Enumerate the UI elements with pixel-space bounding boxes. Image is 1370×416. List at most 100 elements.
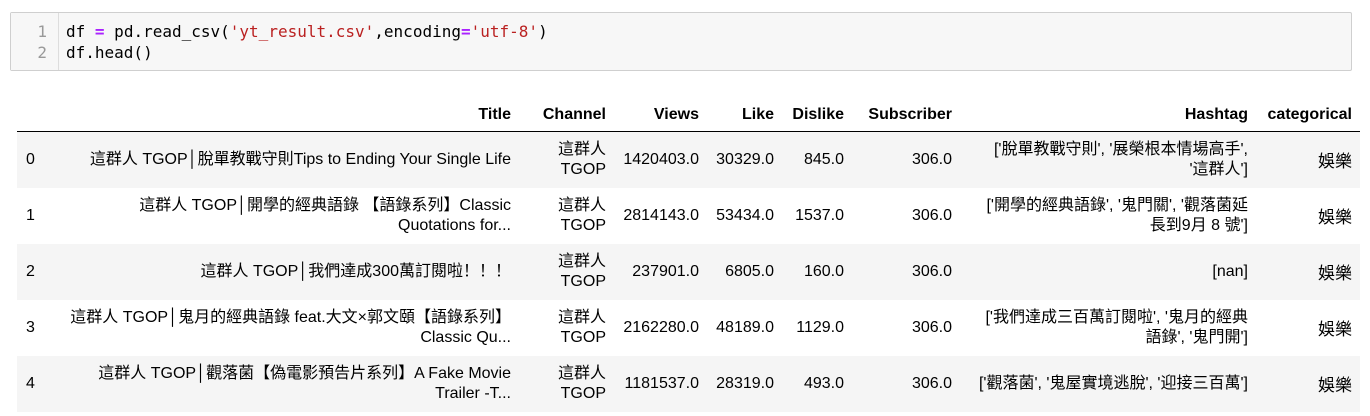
cell-channel-line: TGOP xyxy=(560,216,606,234)
cell-hashtag: ['脫單教戰守則', '展榮根本情場高手', '這群人'] xyxy=(960,132,1256,188)
table-row: 0 這群人 TGOP│脫單教戰守則Tips to Ending Your Sing… xyxy=(17,131,1360,188)
code-text[interactable]: df = pd.read_csv('yt_result.csv',encodin… xyxy=(66,21,548,43)
cell-views: 237901.0 xyxy=(632,262,699,280)
cell-title-line: Quotations for... xyxy=(398,216,511,234)
cell-title: 這群人 TGOP│觀落菌【偽電影預告片系列】A Fake Movie Traile… xyxy=(61,356,519,412)
column-header-title: Title xyxy=(61,98,519,132)
table-row: 4 這群人 TGOP│觀落菌【偽電影預告片系列】A Fake Movie Trail… xyxy=(17,355,1360,412)
cell-channel: 這群人 TGOP xyxy=(519,300,614,356)
row-index: 2 xyxy=(26,262,35,280)
cell-hashtag-line: ['脫單教戰守則', '展榮根本情場高手', xyxy=(993,140,1248,158)
cell-categorical: 娛樂 xyxy=(1318,320,1352,339)
cell-hashtag-line: ['開學的經典語錄', '鬼門關', '觀落菌延 xyxy=(986,196,1248,214)
code-line[interactable]: 1 df = pd.read_csv('yt_result.csv',encodi… xyxy=(11,21,1351,43)
cell-channel: 這群人 TGOP xyxy=(519,132,614,188)
code-token: ,encoding xyxy=(374,22,461,41)
cell-channel-line: TGOP xyxy=(560,160,606,178)
cell-channel-line: TGOP xyxy=(560,384,606,402)
cell-title: 這群人 TGOP│我們達成300萬訂閱啦！！！ xyxy=(61,244,519,300)
cell-subscriber: 306.0 xyxy=(911,262,952,280)
string-token: 'utf-8' xyxy=(470,22,539,41)
cell-channel-line: TGOP xyxy=(560,328,606,346)
cell-views: 1181537.0 xyxy=(624,374,699,392)
cell-title-line: 這群人 TGOP│脫單教戰守則Tips to Ending Your Singl… xyxy=(89,150,511,168)
code-input-cell[interactable]: 1 df = pd.read_csv('yt_result.csv',encodi… xyxy=(10,12,1352,71)
cell-views: 2814143.0 xyxy=(623,206,699,224)
table-header-row: Title Channel Views Like Dislike Subscri… xyxy=(17,98,1360,132)
cell-categorical: 娛樂 xyxy=(1318,376,1352,395)
column-header-like: Like xyxy=(707,98,782,132)
column-header-dislike: Dislike xyxy=(782,98,852,132)
row-index: 3 xyxy=(26,318,35,336)
cell-views: 2162280.0 xyxy=(623,318,699,336)
cell-like: 28319.0 xyxy=(716,374,774,392)
cell-hashtag: [nan] xyxy=(960,244,1256,300)
cell-like: 53434.0 xyxy=(716,206,774,224)
cell-like: 48189.0 xyxy=(716,318,774,336)
code-line[interactable]: 2 df.head() xyxy=(11,42,1351,64)
cell-title-line: 這群人 TGOP│開學的經典語錄 【語錄系列】Classic xyxy=(139,196,511,214)
cell-categorical: 娛樂 xyxy=(1318,264,1352,283)
dataframe-output: Title Channel Views Like Dislike Subscri… xyxy=(17,98,1360,412)
cell-subscriber: 306.0 xyxy=(911,206,952,224)
column-header-index xyxy=(17,98,61,132)
cell-hashtag-line: '這群人'] xyxy=(1189,160,1248,178)
cell-hashtag: ['開學的經典語錄', '鬼門關', '觀落菌延長到9月 8 號'] xyxy=(960,188,1256,244)
column-header-subscriber: Subscriber xyxy=(852,98,960,132)
column-header-channel: Channel xyxy=(519,98,614,132)
cell-title: 這群人 TGOP│脫單教戰守則Tips to Ending Your Singl… xyxy=(61,132,519,188)
cell-hashtag-line: ['觀落菌', '鬼屋實境逃脫', '迎接三百萬'] xyxy=(978,374,1248,392)
cell-categorical: 娛樂 xyxy=(1318,208,1352,227)
line-number: 2 xyxy=(37,43,47,62)
operator-token: = xyxy=(94,22,105,41)
row-index: 0 xyxy=(26,150,35,168)
cell-channel-line: TGOP xyxy=(560,272,606,290)
cell-title-line: Trailer -T... xyxy=(435,384,511,402)
cell-channel: 這群人 TGOP xyxy=(519,356,614,412)
cell-dislike: 493.0 xyxy=(803,374,844,392)
cell-subscriber: 306.0 xyxy=(911,374,952,392)
operator-token: = xyxy=(460,22,471,41)
cell-categorical: 娛樂 xyxy=(1318,152,1352,172)
cell-subscriber: 306.0 xyxy=(911,318,952,336)
row-index: 1 xyxy=(26,206,35,224)
cell-title-line: Classic Qu... xyxy=(420,328,511,346)
cell-hashtag: ['觀落菌', '鬼屋實境逃脫', '迎接三百萬'] xyxy=(960,356,1256,412)
cell-title: 這群人 TGOP│開學的經典語錄 【語錄系列】Classic Quotations… xyxy=(61,188,519,244)
code-token: pd.read_csv( xyxy=(104,22,230,41)
cell-views: 1420403.0 xyxy=(623,150,699,168)
column-header-views: Views xyxy=(614,98,707,132)
cell-channel-line: 這群人 xyxy=(557,252,606,270)
cell-like: 30329.0 xyxy=(716,150,774,168)
cell-title-line: 這群人 TGOP│我們達成300萬訂閱啦！！！ xyxy=(200,262,511,280)
cell-subscriber: 306.0 xyxy=(911,150,952,168)
row-index: 4 xyxy=(26,374,35,392)
cell-hashtag-line: ['我們達成三百萬訂閱啦', '鬼月的經典 xyxy=(985,308,1248,326)
string-token: 'yt_result.csv' xyxy=(229,22,375,41)
cell-hashtag-line: [nan] xyxy=(1212,262,1248,280)
cell-dislike: 845.0 xyxy=(803,150,844,168)
cell-channel-line: 這群人 xyxy=(557,196,606,214)
code-token: df xyxy=(66,22,95,41)
code-text[interactable]: df.head() xyxy=(66,42,153,64)
cell-channel-line: 這群人 xyxy=(557,140,606,158)
line-number: 1 xyxy=(37,22,47,41)
cell-hashtag: ['我們達成三百萬訂閱啦', '鬼月的經典語錄', '鬼門開'] xyxy=(960,300,1256,356)
table-row: 3 這群人 TGOP│鬼月的經典語錄 feat.大文×郭文頤【語錄系列】 Class… xyxy=(17,300,1360,356)
cell-hashtag-line: 長到9月 8 號'] xyxy=(1149,216,1248,234)
cell-channel-line: 這群人 xyxy=(557,364,606,382)
cell-channel-line: 這群人 xyxy=(557,308,606,326)
cell-channel: 這群人 TGOP xyxy=(519,244,614,300)
cell-like: 6805.0 xyxy=(725,262,774,280)
cell-title-line: 這群人 TGOP│鬼月的經典語錄 feat.大文×郭文頤【語錄系列】 xyxy=(70,308,511,326)
code-token: ) xyxy=(538,22,548,41)
table-row: 1 這群人 TGOP│開學的經典語錄 【語錄系列】Classic Quotation… xyxy=(17,188,1360,244)
column-header-hashtag: Hashtag xyxy=(960,98,1256,132)
column-header-categorical: categorical xyxy=(1256,98,1360,132)
cell-dislike: 160.0 xyxy=(803,262,844,280)
cell-title: 這群人 TGOP│鬼月的經典語錄 feat.大文×郭文頤【語錄系列】 Classi… xyxy=(61,300,519,356)
cell-hashtag-line: 語錄', '鬼門開'] xyxy=(1145,328,1248,346)
code-token: df.head() xyxy=(66,43,153,62)
cell-dislike: 1537.0 xyxy=(795,206,844,224)
table-row: 2 這群人 TGOP│我們達成300萬訂閱啦！！！ 這群人 TGOP 237901.0 6… xyxy=(17,243,1360,300)
